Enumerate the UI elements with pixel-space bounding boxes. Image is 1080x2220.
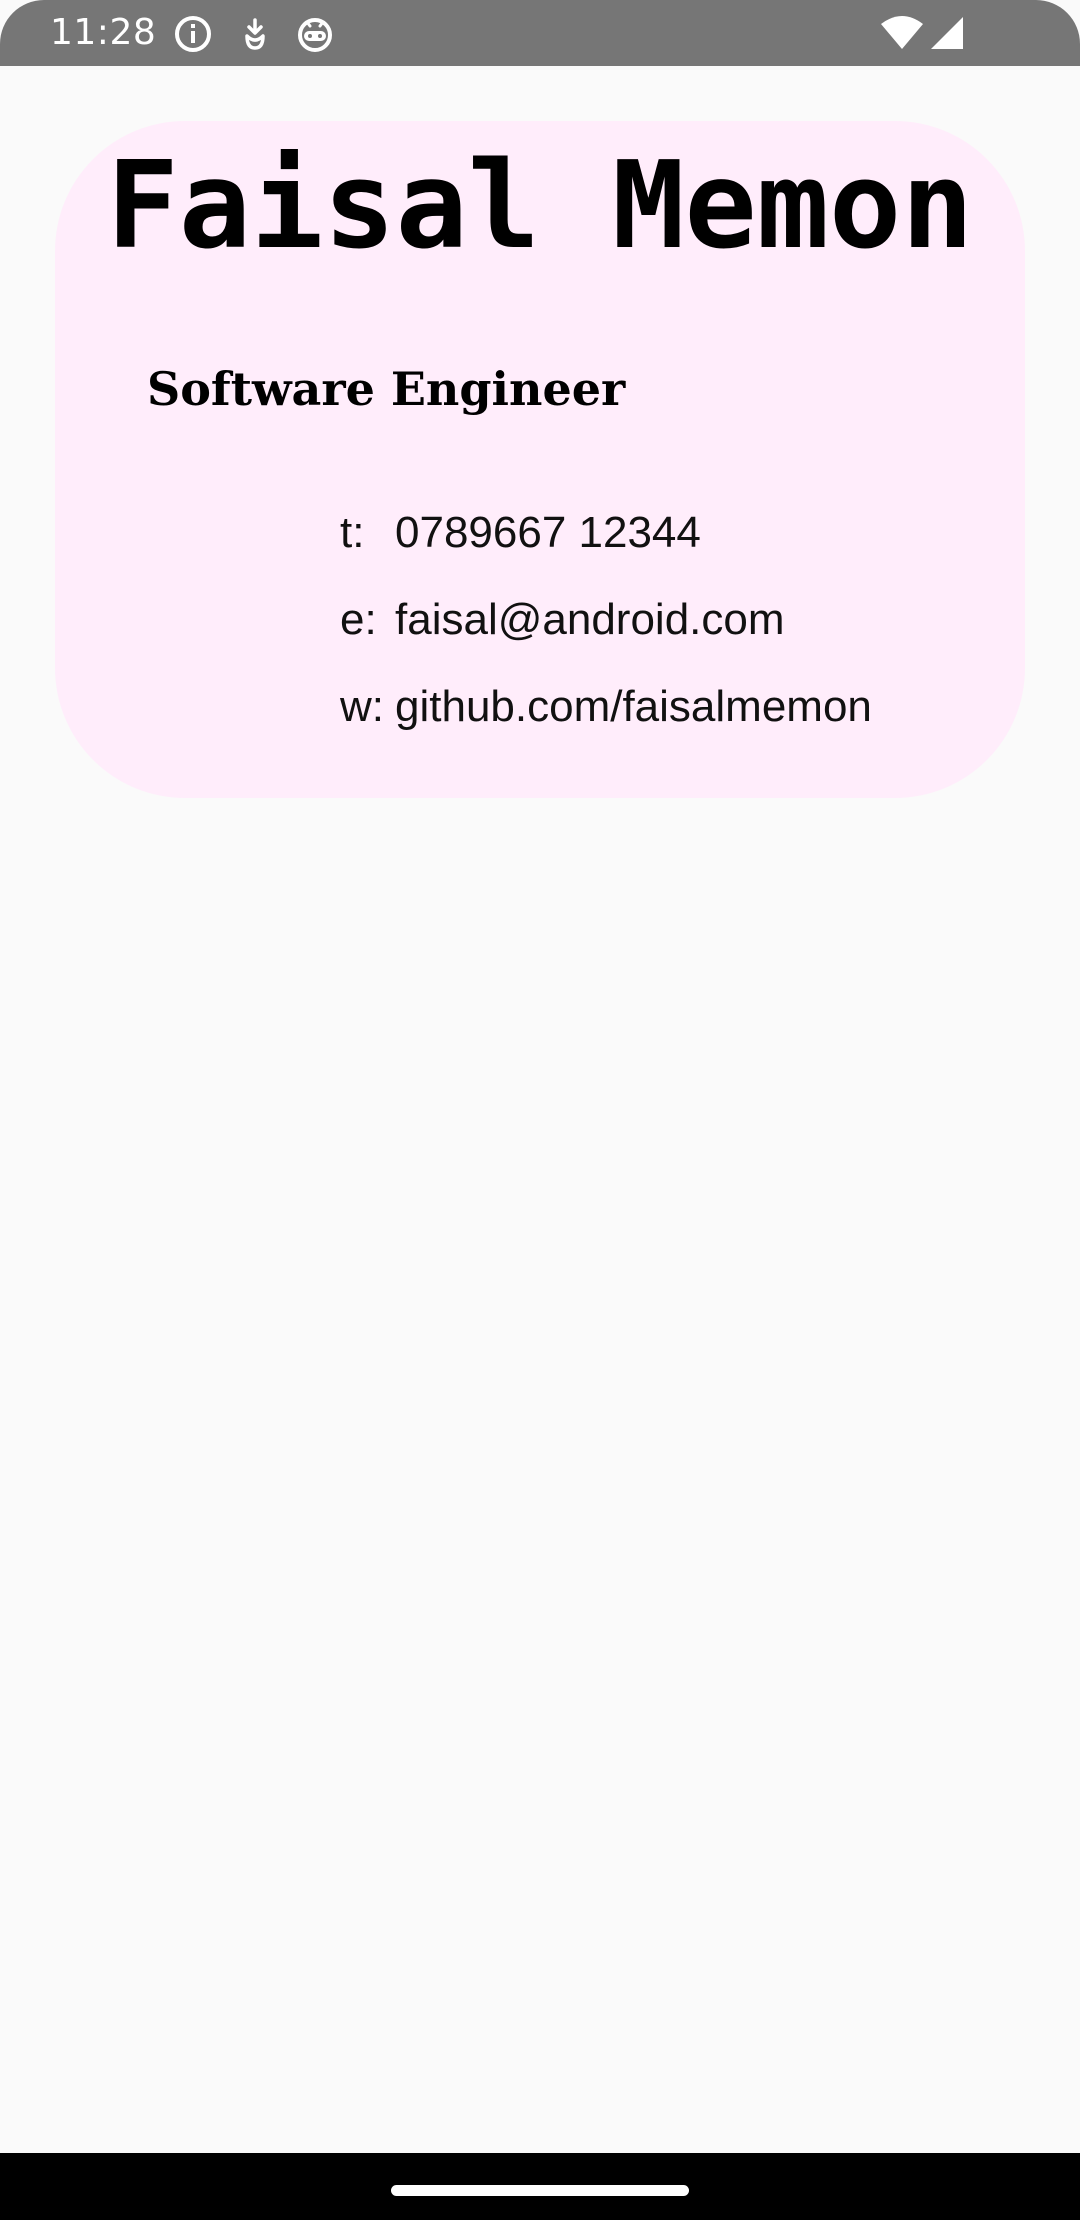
status-bar: 11:28 xyxy=(0,0,1080,66)
contact-website-prefix: w: xyxy=(340,682,384,731)
home-indicator[interactable] xyxy=(391,2185,689,2196)
contact-phone-prefix: t: xyxy=(340,508,365,557)
contact-website-value: github.com/faisalmemon xyxy=(395,682,872,731)
name-heading: Faisal Memon xyxy=(106,137,974,276)
job-title: Software Engineer xyxy=(147,362,626,416)
info-icon xyxy=(175,16,211,52)
status-time: 11:28 xyxy=(50,12,157,53)
screen: 11:28 Faisal Memon Software Engineer t: … xyxy=(0,0,1080,2220)
contact-email-value: faisal@android.com xyxy=(395,595,785,644)
cellular-signal-icon xyxy=(931,17,963,49)
navigation-bar xyxy=(0,2153,1080,2220)
download-notification-icon xyxy=(245,18,265,50)
android-debug-icon xyxy=(298,18,332,52)
contact-email-prefix: e: xyxy=(340,595,377,644)
contact-phone-value: 0789667 12344 xyxy=(395,508,701,557)
wifi-icon xyxy=(881,16,923,49)
